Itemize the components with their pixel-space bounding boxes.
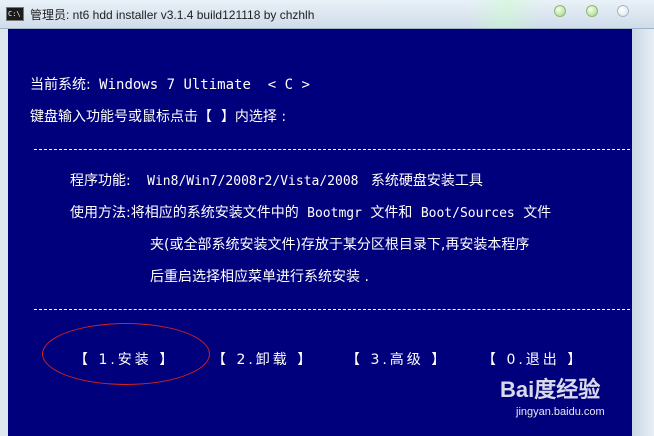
usage-text-1e: 文件 bbox=[523, 205, 552, 221]
function-line: 程序功能: Win8/Win7/2008r2/Vista/2008 系统硬盘安装… bbox=[70, 173, 483, 190]
close-icon[interactable] bbox=[617, 5, 629, 17]
selection-prompt: 键盘输入功能号或鼠标点击【 】内选择 : bbox=[30, 109, 286, 125]
prompt-bracket-left: 【 bbox=[198, 109, 212, 125]
glass-reflection bbox=[470, 0, 540, 28]
watermark-logo: Bai度经验 bbox=[500, 377, 601, 402]
install-highlight-ellipse bbox=[42, 323, 210, 385]
usage-line-3: 后重启选择相应菜单进行系统安装 . bbox=[150, 269, 369, 285]
current-system-line: 当前系统: Windows 7 Ultimate < C > bbox=[30, 77, 310, 93]
menu-uninstall-button[interactable]: 【 2.卸载 】 bbox=[212, 349, 314, 369]
window-title: 管理员: nt6 hdd installer v3.1.4 build12111… bbox=[30, 8, 315, 22]
prompt-suffix: 内选择 : bbox=[234, 109, 287, 125]
function-label: 程序功能: bbox=[70, 173, 131, 189]
usage-text-bootmgr: Bootmgr bbox=[307, 206, 362, 221]
menu-exit-button[interactable]: 【 0.退出 】 bbox=[482, 349, 584, 369]
usage-line-2: 夹(或全部系统安装文件)存放于某分区根目录下,再安装本程序 bbox=[150, 237, 530, 253]
console-app-icon: C:\ bbox=[6, 7, 24, 21]
installer-window: C:\ 管理员: nt6 hdd installer v3.1.4 build1… bbox=[0, 0, 654, 436]
separator-bottom bbox=[34, 309, 630, 310]
prompt-bracket-right: 】 bbox=[220, 109, 235, 125]
usage-line-1: 使用方法:将相应的系统安装文件中的 Bootmgr 文件和 Boot/Sourc… bbox=[70, 205, 551, 222]
function-os-list: Win8/Win7/2008r2/Vista/2008 bbox=[147, 174, 359, 189]
function-description: 系统硬盘安装工具 bbox=[370, 173, 483, 189]
prompt-prefix: 键盘输入功能号或鼠标点击 bbox=[30, 109, 198, 125]
current-system-label: 当前系统: bbox=[30, 77, 91, 93]
usage-text-1c: 文件和 bbox=[370, 205, 413, 221]
usage-text-1a: 将相应的系统安装文件中的 bbox=[130, 205, 299, 221]
title-bar[interactable]: C:\ 管理员: nt6 hdd installer v3.1.4 build1… bbox=[0, 0, 654, 29]
usage-label: 使用方法: bbox=[70, 205, 131, 221]
maximize-icon[interactable] bbox=[586, 5, 598, 17]
separator-top bbox=[34, 149, 630, 150]
usage-text-boot-sources: Boot/Sources bbox=[420, 206, 515, 221]
current-system-value: Windows 7 Ultimate < C > bbox=[99, 77, 310, 93]
baidu-jingyan-watermark: Bai度经验 jingyan.baidu.com bbox=[500, 372, 640, 432]
minimize-icon[interactable] bbox=[554, 5, 566, 17]
watermark-site: jingyan.baidu.com bbox=[516, 406, 605, 418]
menu-advanced-button[interactable]: 【 3.高级 】 bbox=[346, 349, 448, 369]
